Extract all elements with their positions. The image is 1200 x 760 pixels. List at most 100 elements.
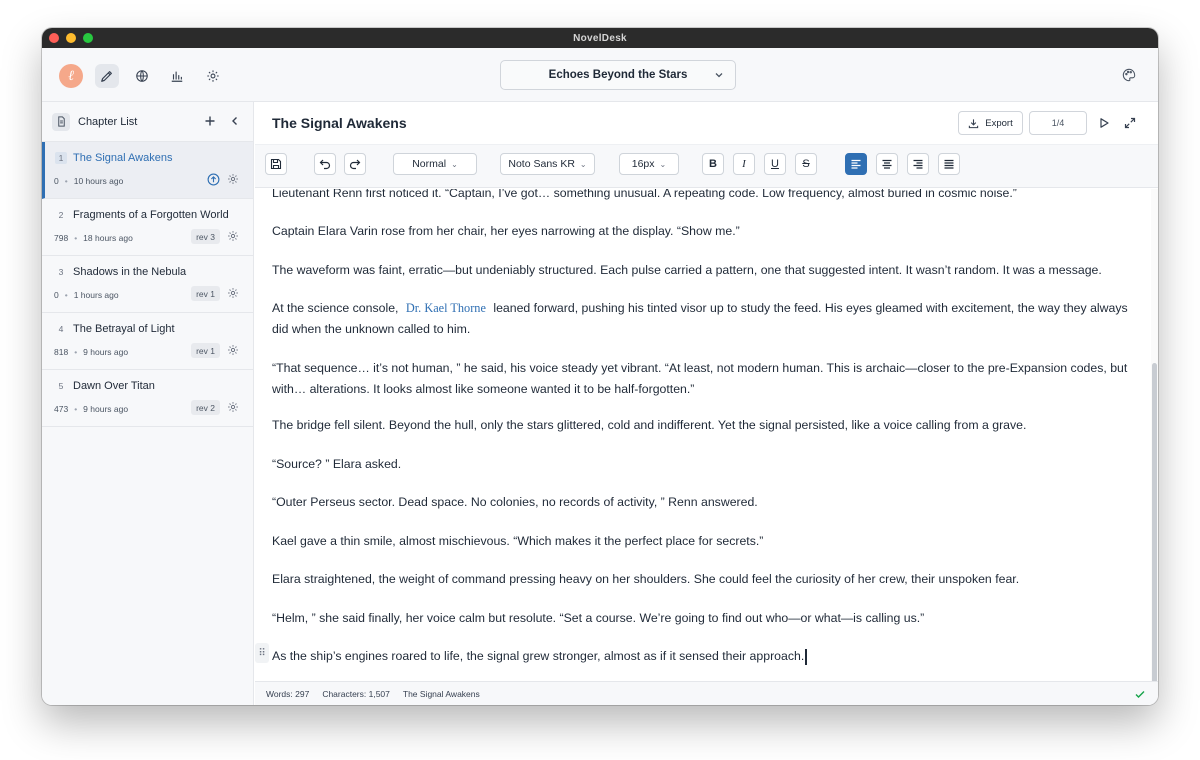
stats-button[interactable] bbox=[165, 64, 189, 88]
align-left-button[interactable] bbox=[845, 153, 867, 175]
chapter-word-count: 0 bbox=[54, 176, 59, 186]
revision-badge: rev 2 bbox=[191, 400, 220, 415]
bold-button[interactable]: B bbox=[702, 153, 724, 175]
chapter-item[interactable]: 4 The Betrayal of Light 818 • 9 hours ago … bbox=[42, 313, 253, 370]
palette-icon[interactable] bbox=[1122, 68, 1136, 82]
block-drag-handle-icon[interactable]: ⠿ bbox=[255, 643, 269, 663]
settings-button[interactable] bbox=[201, 64, 225, 88]
underline-button[interactable]: U bbox=[764, 153, 786, 175]
strikethrough-icon: S bbox=[802, 157, 810, 170]
document-icon bbox=[52, 112, 70, 131]
page-counter[interactable]: 1/4 bbox=[1029, 111, 1087, 135]
align-left-icon bbox=[851, 159, 861, 169]
font-family-value: Noto Sans KR bbox=[508, 158, 575, 170]
chapter-number: 2 bbox=[58, 210, 64, 220]
chapter-sidebar: Chapter List 1 The Signal Awakens 0 • 10 h… bbox=[42, 102, 254, 705]
chapter-title: Shadows in the Nebula bbox=[73, 266, 187, 278]
paragraph: The waveform was faint, erratic—but unde… bbox=[272, 263, 1102, 277]
chapter-list-title: Chapter List bbox=[78, 115, 138, 128]
paragraph: “That sequence… it’s not human, ” he sai… bbox=[272, 361, 1128, 396]
italic-button[interactable]: I bbox=[733, 153, 755, 175]
chapter-word-count: 0 bbox=[54, 290, 59, 300]
paragraph-style-value: Normal bbox=[412, 158, 447, 170]
paragraph: Kael gave a thin smile, almost mischievo… bbox=[272, 534, 764, 548]
paragraph: At the science console, Dr. Kael Thorne … bbox=[272, 298, 1132, 340]
bar-chart-icon bbox=[171, 71, 183, 82]
document-header: The Signal Awakens Export 1/4 bbox=[255, 102, 1158, 145]
text-editor[interactable]: Lieutenant Renn first noticed it. “Capta… bbox=[255, 189, 1151, 681]
word-count: Words: 297 bbox=[266, 688, 310, 699]
text-cursor bbox=[805, 648, 807, 665]
strikethrough-button[interactable]: S bbox=[795, 153, 817, 175]
paragraph: Elara straightened, the weight of comman… bbox=[272, 572, 1020, 586]
chapter-word-count: 473 bbox=[54, 404, 69, 414]
chapter-settings-icon[interactable] bbox=[227, 230, 239, 242]
undo-button[interactable] bbox=[314, 153, 336, 175]
save-icon bbox=[270, 158, 282, 170]
status-chapter-name: The Signal Awakens bbox=[402, 688, 480, 699]
save-button[interactable] bbox=[265, 153, 287, 175]
chapter-word-count: 798 bbox=[54, 233, 69, 243]
editor-scrollbar[interactable] bbox=[1151, 189, 1158, 705]
chapter-settings-icon[interactable] bbox=[227, 287, 239, 299]
chapter-number: 4 bbox=[58, 324, 64, 334]
chapter-meta: 0 • 10 hours ago bbox=[54, 176, 124, 186]
redo-button[interactable] bbox=[344, 153, 366, 175]
chapter-item[interactable]: 5 Dawn Over Titan 473 • 9 hours ago rev 2 bbox=[42, 370, 253, 427]
document-title: The Signal Awakens bbox=[272, 115, 407, 131]
add-chapter-icon[interactable] bbox=[203, 114, 217, 128]
font-size-select[interactable]: 16px ⌄ bbox=[619, 153, 679, 175]
font-family-select[interactable]: Noto Sans KR ⌄ bbox=[500, 153, 595, 175]
chapter-item[interactable]: 2 Fragments of a Forgotten World 798 • 18 … bbox=[42, 199, 253, 256]
chapter-updated-time: 10 hours ago bbox=[73, 176, 124, 186]
bold-icon: B bbox=[709, 157, 717, 170]
download-icon bbox=[969, 118, 979, 128]
chapter-settings-icon[interactable] bbox=[227, 173, 239, 185]
chapter-item[interactable]: 3 Shadows in the Nebula 0 • 1 hours ago re… bbox=[42, 256, 253, 313]
chevron-down-icon: ⌄ bbox=[451, 159, 458, 169]
title-bar: NovelDesk bbox=[42, 28, 1158, 48]
chevron-down-icon bbox=[715, 73, 723, 78]
maximize-window-button[interactable] bbox=[83, 33, 93, 43]
app-logo[interactable]: ℓ bbox=[59, 64, 83, 88]
paragraph: “Helm, ” she said finally, her voice cal… bbox=[272, 611, 925, 625]
chapter-settings-icon[interactable] bbox=[227, 401, 239, 413]
align-center-button[interactable] bbox=[876, 153, 898, 175]
chapter-word-count: 818 bbox=[54, 347, 69, 357]
write-mode-button[interactable] bbox=[95, 64, 119, 88]
character-mention[interactable]: Dr. Kael Thorne bbox=[402, 301, 490, 315]
upload-icon[interactable] bbox=[207, 173, 220, 186]
close-window-button[interactable] bbox=[49, 33, 59, 43]
paragraph: Lieutenant Renn first noticed it. “Capta… bbox=[272, 189, 1017, 200]
chapter-title: Dawn Over Titan bbox=[73, 380, 155, 392]
align-justify-icon bbox=[944, 159, 954, 169]
fullscreen-icon[interactable] bbox=[1124, 117, 1136, 129]
chapter-meta: 473 • 9 hours ago bbox=[54, 404, 129, 414]
collapse-sidebar-icon[interactable] bbox=[229, 115, 241, 127]
chapter-updated-time: 9 hours ago bbox=[83, 404, 129, 414]
redo-icon bbox=[349, 159, 361, 170]
status-bar: Words: 297 Characters: 1,507 The Signal … bbox=[255, 681, 1158, 705]
italic-icon: I bbox=[742, 157, 746, 170]
paragraph-style-select[interactable]: Normal ⌄ bbox=[393, 153, 477, 175]
world-button[interactable] bbox=[130, 64, 154, 88]
export-button[interactable]: Export bbox=[958, 111, 1023, 135]
chapter-settings-icon[interactable] bbox=[227, 344, 239, 356]
chapter-title: Fragments of a Forgotten World bbox=[73, 209, 229, 221]
align-justify-button[interactable] bbox=[938, 153, 960, 175]
editor-pane: The Signal Awakens Export 1/4 Normal ⌄ N… bbox=[255, 102, 1158, 705]
paragraph: As the ship’s engines roared to life, th… bbox=[272, 646, 1132, 667]
project-selector[interactable]: Echoes Beyond the Stars bbox=[500, 60, 736, 90]
paragraph: “Source? ” Elara asked. bbox=[272, 457, 402, 471]
gear-icon bbox=[207, 70, 219, 82]
chapter-item[interactable]: 1 The Signal Awakens 0 • 10 hours ago bbox=[42, 142, 253, 199]
play-icon[interactable] bbox=[1098, 117, 1110, 129]
scrollbar-thumb[interactable] bbox=[1152, 363, 1157, 705]
chapter-updated-time: 9 hours ago bbox=[83, 347, 129, 357]
minimize-window-button[interactable] bbox=[66, 33, 76, 43]
revision-badge: rev 3 bbox=[191, 229, 220, 244]
underline-icon: U bbox=[771, 157, 779, 170]
align-right-button[interactable] bbox=[907, 153, 929, 175]
pen-nib-icon bbox=[101, 71, 112, 82]
revision-badge: rev 1 bbox=[191, 343, 220, 358]
